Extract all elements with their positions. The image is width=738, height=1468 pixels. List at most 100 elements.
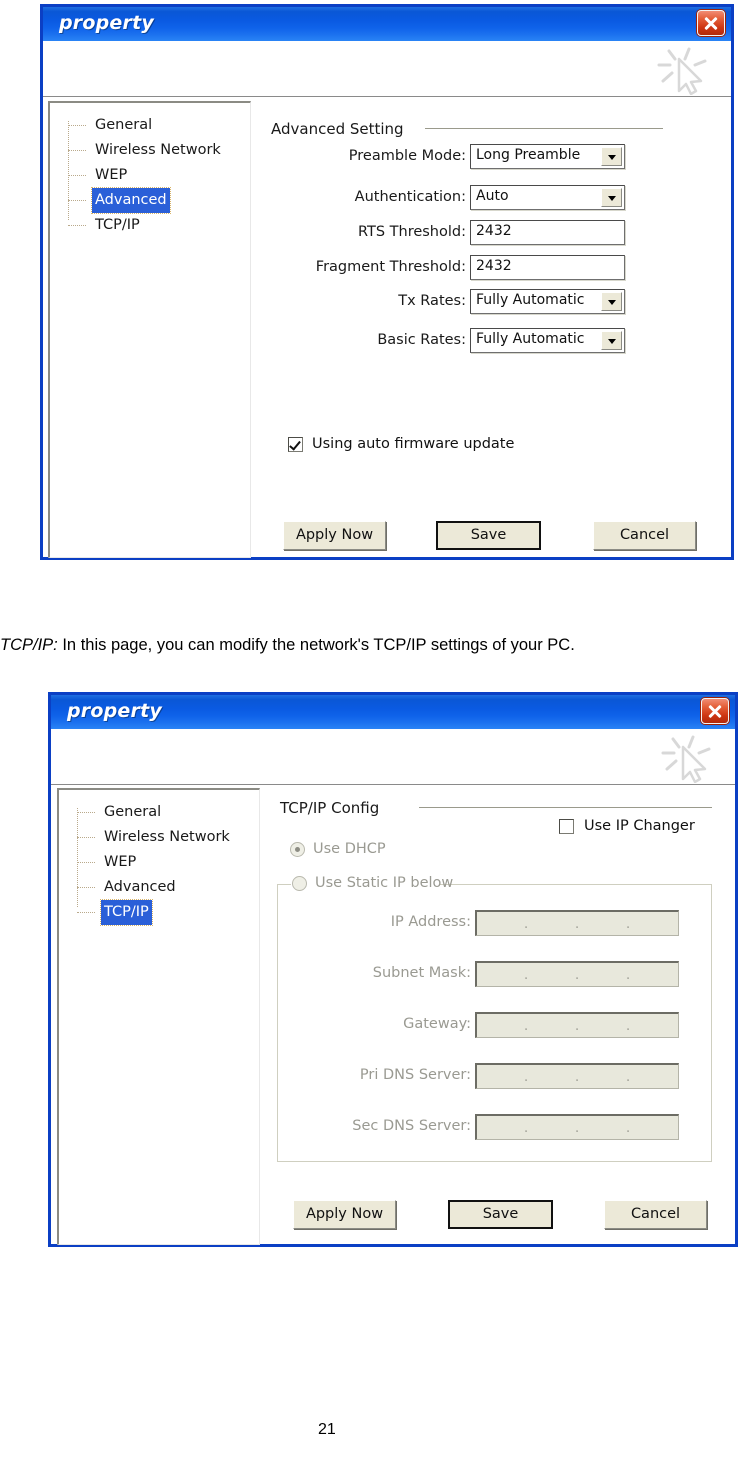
tree-item-label: Advanced — [104, 879, 176, 895]
ip-separator-dot: . — [575, 968, 580, 983]
ip-separator-dot: . — [575, 1121, 580, 1136]
tree-item-general[interactable]: General — [64, 113, 250, 138]
ip-separator-dot: . — [524, 968, 529, 983]
authentication-select[interactable]: Auto — [470, 185, 625, 210]
tree-item-wireless-network[interactable]: Wireless Network — [64, 138, 250, 163]
section-description: TCP/IP: In this page, you can modify the… — [0, 636, 575, 655]
chevron-down-icon[interactable] — [601, 292, 622, 311]
ip-separator-dot: . — [524, 1121, 529, 1136]
close-icon[interactable] — [697, 10, 725, 36]
dialog-body: property General Wireless Network WEP Ad… — [43, 7, 731, 558]
ip-octet-separators: . . . — [477, 912, 678, 935]
ip-separator-dot: . — [626, 1121, 631, 1136]
label-rts-threshold: RTS Threshold: — [357, 224, 466, 240]
tree-item-label: WEP — [95, 167, 128, 183]
chevron-down-icon[interactable] — [601, 147, 622, 166]
tree-item-advanced[interactable]: Advanced — [73, 875, 259, 900]
use-dhcp-label: Use DHCP — [313, 841, 386, 857]
ip-separator-dot: . — [626, 968, 631, 983]
ip-separator-dot: . — [575, 917, 580, 932]
ip-separator-dot: . — [626, 1070, 631, 1085]
tree-item-label: General — [104, 804, 162, 820]
basic-rates-select[interactable]: Fully Automatic — [470, 328, 625, 353]
use-ip-changer-checkbox[interactable] — [559, 819, 574, 834]
tree-item-advanced[interactable]: Advanced — [64, 187, 250, 214]
rts-threshold-input[interactable]: 2432 — [470, 220, 625, 245]
settings-tree: General Wireless Network WEP Advanced TC… — [59, 790, 259, 926]
label-sec-dns-server: Sec DNS Server: — [352, 1118, 471, 1134]
label-preamble-mode: Preamble Mode: — [348, 148, 466, 164]
tree-item-general[interactable]: General — [73, 800, 259, 825]
gateway-input[interactable]: . . . — [475, 1012, 679, 1038]
ip-separator-dot: . — [524, 1019, 529, 1034]
label-ip-address: IP Address: — [390, 914, 471, 930]
use-static-ip-label: Use Static IP below — [315, 875, 454, 891]
save-button[interactable]: Save — [448, 1200, 553, 1229]
group-divider-rule — [425, 128, 663, 129]
settings-tree-panel: General Wireless Network WEP Advanced TC… — [57, 788, 260, 1245]
fragment-threshold-value: 2432 — [476, 258, 512, 274]
section-description-text: In this page, you can modify the network… — [57, 636, 575, 654]
label-subnet-mask: Subnet Mask: — [372, 965, 471, 981]
titlebar[interactable]: property — [51, 695, 735, 731]
auto-firmware-update-checkbox[interactable] — [288, 437, 303, 452]
label-pri-dns-server: Pri DNS Server: — [359, 1067, 471, 1083]
titlebar[interactable]: property — [43, 7, 731, 43]
ip-address-input[interactable]: . . . — [475, 910, 679, 936]
auto-firmware-update-label: Using auto firmware update — [312, 436, 515, 452]
label-tx-rates: Tx Rates: — [398, 293, 466, 309]
property-dialog-advanced: property General Wireless Network WEP Ad… — [40, 4, 734, 560]
sec-dns-server-input[interactable]: . . . — [475, 1114, 679, 1140]
tree-item-wep[interactable]: WEP — [73, 850, 259, 875]
ip-octet-separators: . . . — [477, 1014, 678, 1037]
tree-item-label: TCP/IP — [95, 217, 140, 233]
tcpip-config-group-title: TCP/IP Config — [280, 799, 380, 817]
tree-item-wireless-network[interactable]: Wireless Network — [73, 825, 259, 850]
ip-separator-dot: . — [524, 1070, 529, 1085]
tx-rates-select[interactable]: Fully Automatic — [470, 289, 625, 314]
tree-item-label: WEP — [104, 854, 137, 870]
preamble-mode-select[interactable]: Long Preamble — [470, 144, 625, 169]
cursor-sparkle-icon — [657, 47, 707, 95]
apply-now-button[interactable]: Apply Now — [293, 1200, 396, 1229]
settings-tree-panel: General Wireless Network WEP Advanced TC… — [48, 101, 251, 558]
ip-octet-separators: . . . — [477, 1065, 678, 1088]
toolbar-strip — [43, 41, 731, 97]
close-icon[interactable] — [701, 698, 729, 724]
use-static-ip-radio[interactable] — [292, 876, 307, 891]
page-number: 21 — [318, 1421, 336, 1438]
save-button[interactable]: Save — [436, 521, 541, 550]
label-fragment-threshold: Fragment Threshold: — [315, 259, 466, 275]
use-dhcp-radio[interactable] — [290, 842, 305, 857]
ip-separator-dot: . — [626, 1019, 631, 1034]
ip-octet-separators: . . . — [477, 963, 678, 986]
static-ip-group-rule-right — [440, 884, 712, 885]
label-gateway: Gateway: — [403, 1016, 471, 1032]
preamble-mode-value: Long Preamble — [476, 147, 581, 163]
tree-item-label: TCP/IP — [100, 899, 153, 926]
window-title: property — [67, 700, 162, 722]
static-ip-group-rule-left — [277, 884, 291, 885]
tree-item-label: Wireless Network — [95, 142, 221, 158]
tree-item-wep[interactable]: WEP — [64, 163, 250, 188]
pri-dns-server-input[interactable]: . . . — [475, 1063, 679, 1089]
tree-item-tcpip[interactable]: TCP/IP — [73, 899, 259, 926]
cursor-sparkle-icon — [661, 735, 711, 783]
tree-item-label: Advanced — [91, 187, 171, 214]
toolbar-strip — [51, 729, 735, 785]
advanced-setting-group-title: Advanced Setting — [271, 120, 404, 138]
cancel-button[interactable]: Cancel — [604, 1200, 707, 1229]
tree-item-tcpip[interactable]: TCP/IP — [64, 213, 250, 238]
chevron-down-icon[interactable] — [601, 331, 622, 350]
authentication-value: Auto — [476, 188, 509, 204]
group-divider-rule — [419, 807, 712, 808]
subnet-mask-input[interactable]: . . . — [475, 961, 679, 987]
window-title: property — [59, 12, 154, 34]
rts-threshold-value: 2432 — [476, 223, 512, 239]
apply-now-button[interactable]: Apply Now — [283, 521, 386, 550]
fragment-threshold-input[interactable]: 2432 — [470, 255, 625, 280]
chevron-down-icon[interactable] — [601, 188, 622, 207]
label-basic-rates: Basic Rates: — [377, 332, 466, 348]
ip-octet-separators: . . . — [477, 1116, 678, 1139]
cancel-button[interactable]: Cancel — [593, 521, 696, 550]
